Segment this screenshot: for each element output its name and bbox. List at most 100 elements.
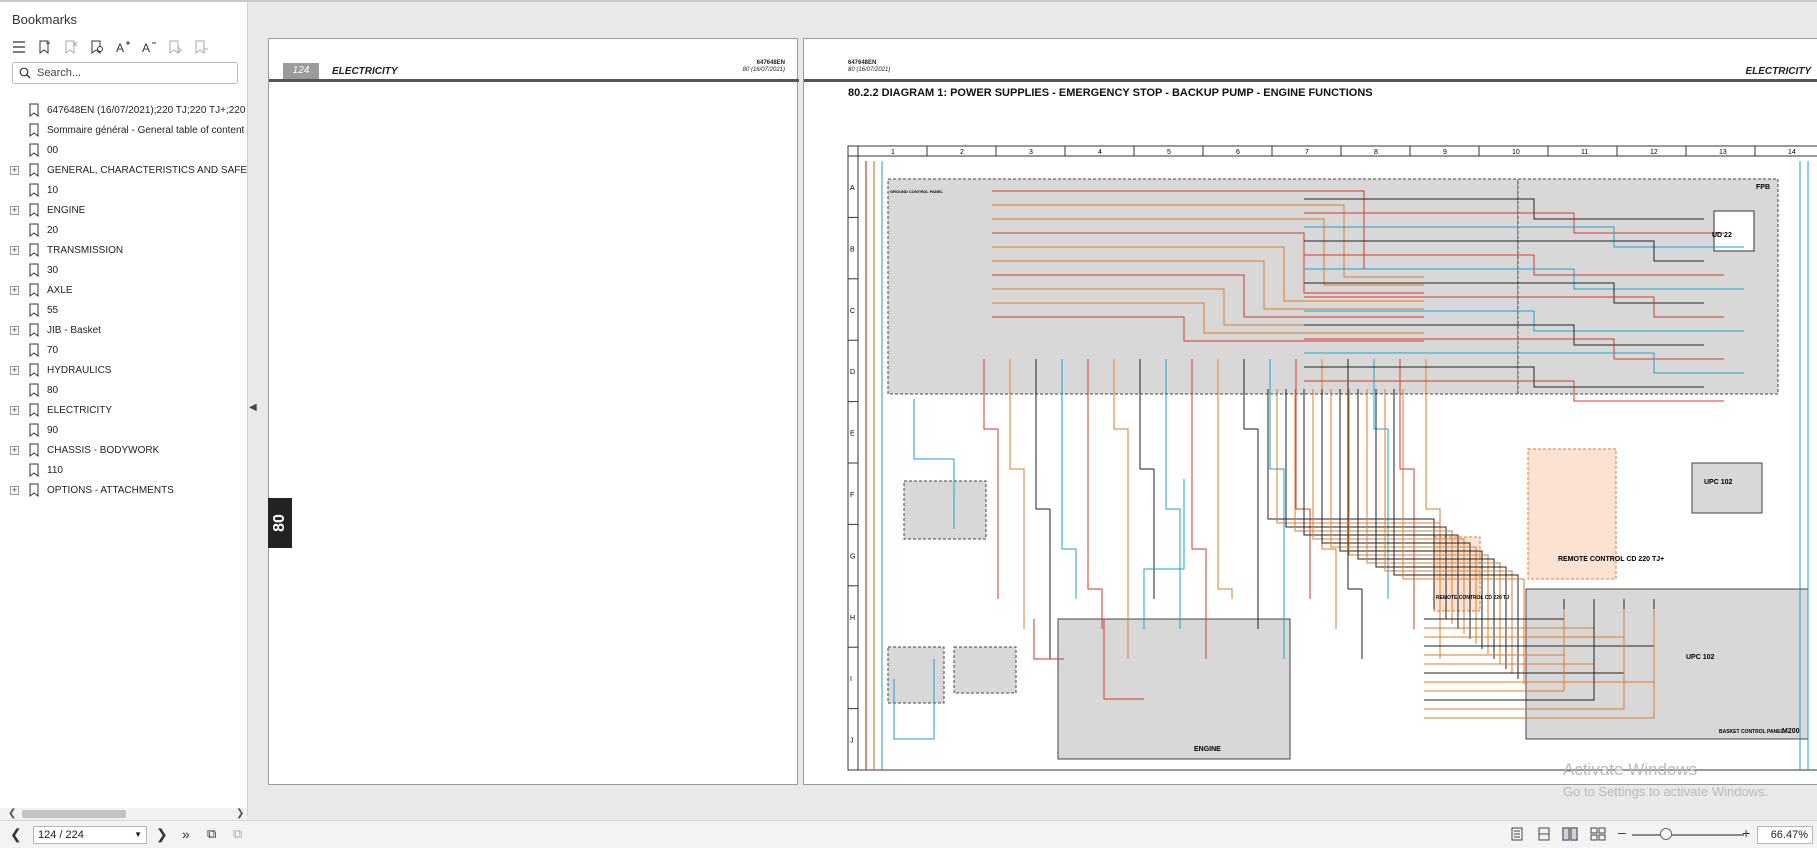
column-number: 6: [1236, 149, 1240, 156]
fpb-label: FPB: [1756, 184, 1770, 191]
harness-wire: [1113, 359, 1129, 659]
collapse-all-icon[interactable]: [192, 38, 210, 56]
harness-wire: [1139, 359, 1155, 599]
last-page-icon[interactable]: »: [182, 826, 190, 842]
bookmark-item[interactable]: 90: [0, 420, 247, 440]
harness-wire: [1087, 359, 1103, 629]
harness-wire: [1295, 359, 1311, 599]
row-letter-column: A B C D E F G H I J: [848, 155, 858, 745]
bookmark-item[interactable]: 20: [0, 220, 247, 240]
next-page-icon[interactable]: ❯: [156, 826, 168, 843]
bookmark-search-field[interactable]: Search...: [12, 62, 238, 84]
bookmark-settings-icon[interactable]: [88, 38, 106, 56]
bookmark-item[interactable]: 00: [0, 140, 247, 160]
zoom-field[interactable]: 66.47%: [1757, 826, 1813, 844]
expand-icon[interactable]: +: [10, 325, 19, 335]
upc102-basket-label: UPC 102: [1686, 654, 1715, 661]
engine-panel: [1057, 618, 1291, 760]
sidebar-horizontal-scrollbar[interactable]: ❮ ❯: [0, 808, 247, 820]
bookmark-icon: [29, 123, 39, 137]
bookmark-item[interactable]: Sommaire général - General table of cont…: [0, 120, 247, 140]
add-bookmark-icon[interactable]: [36, 38, 54, 56]
zoom-slider[interactable]: [1632, 834, 1744, 836]
expand-icon[interactable]: +: [10, 165, 19, 175]
bookmark-icon: [29, 383, 39, 397]
prev-page-icon[interactable]: ❮: [10, 826, 22, 843]
chevron-down-icon[interactable]: ▼: [134, 827, 142, 843]
bookmark-item[interactable]: 55: [0, 300, 247, 320]
harness-wire: [1243, 359, 1259, 629]
doc-id: 647648EN: [756, 60, 785, 66]
bookmark-item[interactable]: + ELECTRICITY: [0, 400, 247, 420]
bookmark-item[interactable]: + JIB - Basket: [0, 320, 247, 340]
page-copy-icon[interactable]: ⧉: [233, 826, 242, 842]
expand-icon[interactable]: +: [10, 245, 19, 255]
bookmark-item[interactable]: + ENGINE: [0, 200, 247, 220]
scrollbar-thumb[interactable]: [22, 810, 126, 818]
harness-wire: [1035, 359, 1051, 659]
scroll-left-arrow-icon[interactable]: ❮: [8, 808, 16, 819]
expand-icon[interactable]: +: [10, 485, 19, 495]
bookmark-icon: [29, 223, 39, 237]
font-larger-icon[interactable]: A: [114, 38, 132, 56]
bookmark-item[interactable]: 10: [0, 180, 247, 200]
expand-icon[interactable]: +: [10, 405, 19, 415]
bookmark-icon: [29, 243, 39, 257]
column-number: 13: [1719, 149, 1727, 156]
scroll-right-arrow-icon[interactable]: ❯: [236, 808, 244, 819]
row-letter: D: [850, 369, 855, 376]
harness-wire: [1009, 359, 1025, 629]
bookmark-item[interactable]: 30: [0, 260, 247, 280]
bookmark-item[interactable]: 70: [0, 340, 247, 360]
list-icon[interactable]: [10, 38, 28, 56]
continuous-view-icon[interactable]: [1536, 827, 1552, 841]
harness-wire: [983, 359, 999, 599]
bookmark-label: 00: [47, 144, 59, 156]
bookmark-icon: [29, 443, 39, 457]
expand-icon[interactable]: +: [10, 445, 19, 455]
bookmark-item[interactable]: + GENERAL, CHARACTERISTICS AND SAFETY: [0, 160, 247, 180]
bookmark-label: 30: [47, 264, 59, 276]
bookmark-item[interactable]: 80: [0, 380, 247, 400]
bookmark-label: Sommaire général - General table of cont…: [47, 124, 245, 136]
bookmark-icon: [29, 403, 39, 417]
bookmark-item[interactable]: + HYDRAULICS: [0, 360, 247, 380]
page-number-field[interactable]: 124 / 224 ▼: [33, 826, 147, 844]
basket-panel-label: BASKET CONTROL PANEL: [1719, 729, 1784, 735]
bookmark-icon: [29, 363, 39, 377]
page-fit-icon[interactable]: ⧉: [207, 826, 216, 842]
window-top-strip: [0, 0, 1817, 2]
page-display: 124 / 224: [38, 829, 84, 841]
bookmark-item[interactable]: + CHASSIS - BODYWORK: [0, 440, 247, 460]
row-letter: C: [850, 308, 855, 315]
bookmark-item[interactable]: 647648EN (16/07/2021);220 TJ;220 TJ+;220…: [0, 100, 247, 120]
doc-reference: 647648EN 80 (16/07/2021): [848, 60, 890, 74]
zoom-in-icon[interactable]: +: [1742, 825, 1750, 841]
collapse-sidebar-icon[interactable]: ◀: [249, 402, 257, 418]
zoom-slider-knob[interactable]: [1660, 828, 1672, 840]
doc-date: 80 (16/07/2021): [742, 67, 785, 73]
two-page-view-icon[interactable]: [1562, 827, 1578, 841]
bookmark-item[interactable]: 110: [0, 460, 247, 480]
font-smaller-icon[interactable]: A: [140, 38, 158, 56]
bookmark-label: 80: [47, 384, 59, 396]
expand-icon[interactable]: +: [10, 205, 19, 215]
single-page-view-icon[interactable]: [1509, 827, 1525, 841]
section-title: ELECTRICITY: [1745, 66, 1811, 77]
bookmark-item[interactable]: + TRANSMISSION: [0, 240, 247, 260]
bookmark-icon: [29, 483, 39, 497]
zoom-out-icon[interactable]: –: [1618, 824, 1626, 840]
column-number: 4: [1098, 149, 1102, 156]
bookmark-item[interactable]: + AXLE: [0, 280, 247, 300]
expand-icon[interactable]: +: [10, 365, 19, 375]
bookmark-item[interactable]: + OPTIONS - ATTACHMENTS: [0, 480, 247, 500]
doc-date: 80 (16/07/2021): [848, 67, 891, 73]
bookmark-icon: [29, 143, 39, 157]
expand-all-icon[interactable]: [166, 38, 184, 56]
engine-label: ENGINE: [1194, 746, 1221, 753]
two-page-continuous-icon[interactable]: [1590, 827, 1606, 841]
expand-icon[interactable]: +: [10, 285, 19, 295]
row-letter: E: [850, 431, 855, 438]
delete-bookmark-icon[interactable]: [62, 38, 80, 56]
bookmark-label: TRANSMISSION: [47, 244, 124, 256]
